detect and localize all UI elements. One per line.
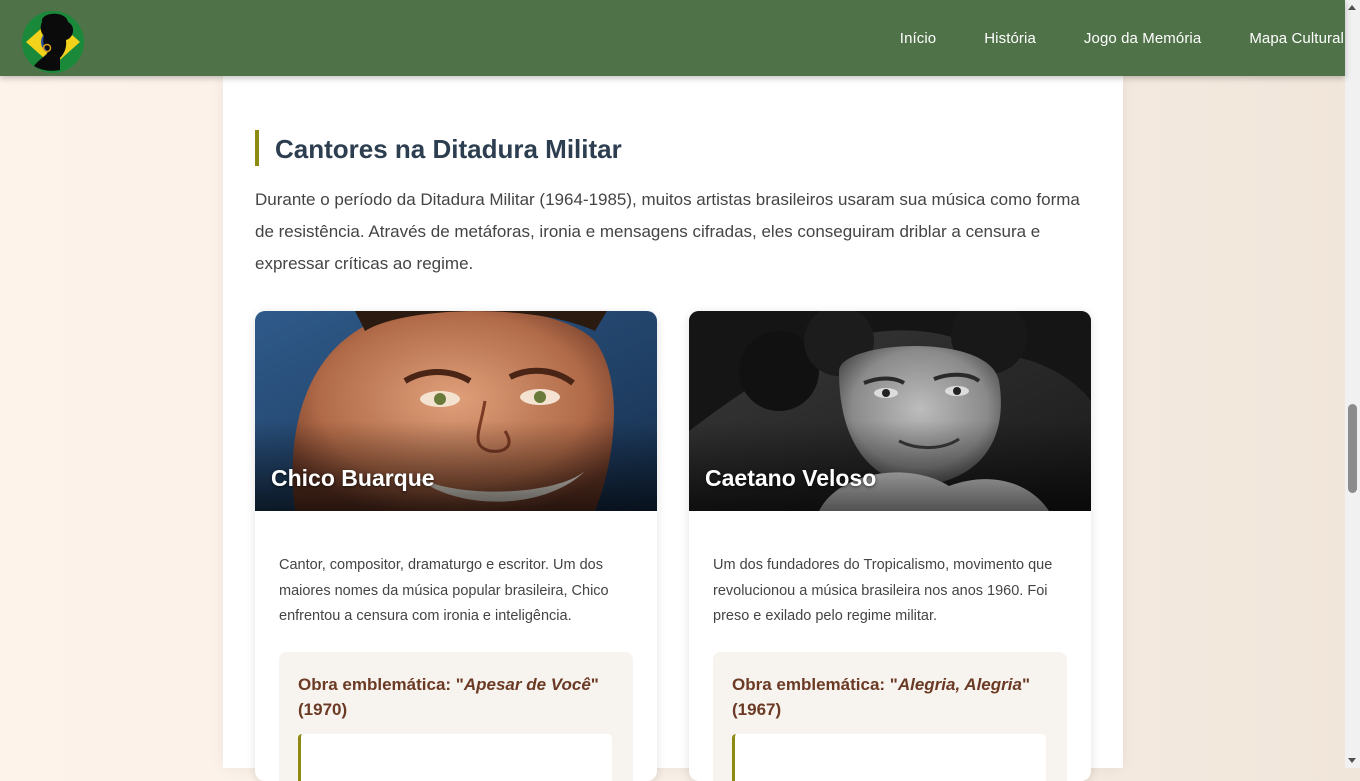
artist-name: Caetano Veloso — [705, 465, 877, 491]
brazil-woman-logo-icon — [22, 11, 84, 73]
work-prefix: Obra emblemática: " — [298, 675, 464, 694]
emblematic-work-box: Obra emblemática: "Alegria, Alegria" (19… — [713, 652, 1067, 781]
nav-link-inicio[interactable]: Início — [900, 30, 936, 47]
logo[interactable] — [20, 8, 86, 74]
artist-card-chico-buarque: Chico Buarque Cantor, compositor, dramat… — [255, 311, 657, 781]
nav-links: Início História Jogo da Memória Mapa Cul… — [900, 0, 1345, 76]
lyrics-quote-box — [298, 734, 612, 781]
artist-card-caetano-veloso: Caetano Veloso Um dos fundadores do Trop… — [689, 311, 1091, 781]
top-navbar: Início História Jogo da Memória Mapa Cul… — [0, 0, 1345, 76]
artist-photo: Caetano Veloso — [689, 311, 1091, 511]
nav-link-mapa-cultural[interactable]: Mapa Cultural — [1249, 30, 1344, 47]
scrollbar-thumb[interactable] — [1348, 404, 1357, 493]
scroll-down-arrow-icon[interactable] — [1348, 758, 1356, 763]
main-content-panel: Cantores na Ditadura Militar Durante o p… — [223, 76, 1123, 781]
artist-description: Um dos fundadores do Tropicalismo, movim… — [713, 557, 1053, 624]
lyrics-quote-box — [732, 734, 1046, 781]
emblematic-work-box: Obra emblemática: "Apesar de Você" (1970… — [279, 652, 633, 781]
scroll-up-arrow-icon[interactable] — [1348, 5, 1356, 10]
nav-link-jogo-da-memoria[interactable]: Jogo da Memória — [1084, 30, 1201, 47]
artist-description: Cantor, compositor, dramaturgo e escrito… — [279, 557, 609, 624]
emblematic-work-title: Obra emblemática: "Alegria, Alegria" (19… — [732, 672, 1052, 722]
emblematic-work-title: Obra emblemática: "Apesar de Você" (1970… — [298, 672, 618, 722]
section-intro: Durante o período da Ditadura Militar (1… — [255, 190, 1080, 273]
page-scrollbar[interactable] — [1345, 0, 1360, 768]
artist-name: Chico Buarque — [271, 465, 435, 491]
work-song-title: Alegria, Alegria — [897, 675, 1022, 694]
artist-photo: Chico Buarque — [255, 311, 657, 511]
section-title: Cantores na Ditadura Militar — [255, 130, 622, 166]
work-song-title: Apesar de Você — [463, 675, 591, 694]
work-prefix: Obra emblemática: " — [732, 675, 898, 694]
nav-link-historia[interactable]: História — [984, 30, 1036, 47]
